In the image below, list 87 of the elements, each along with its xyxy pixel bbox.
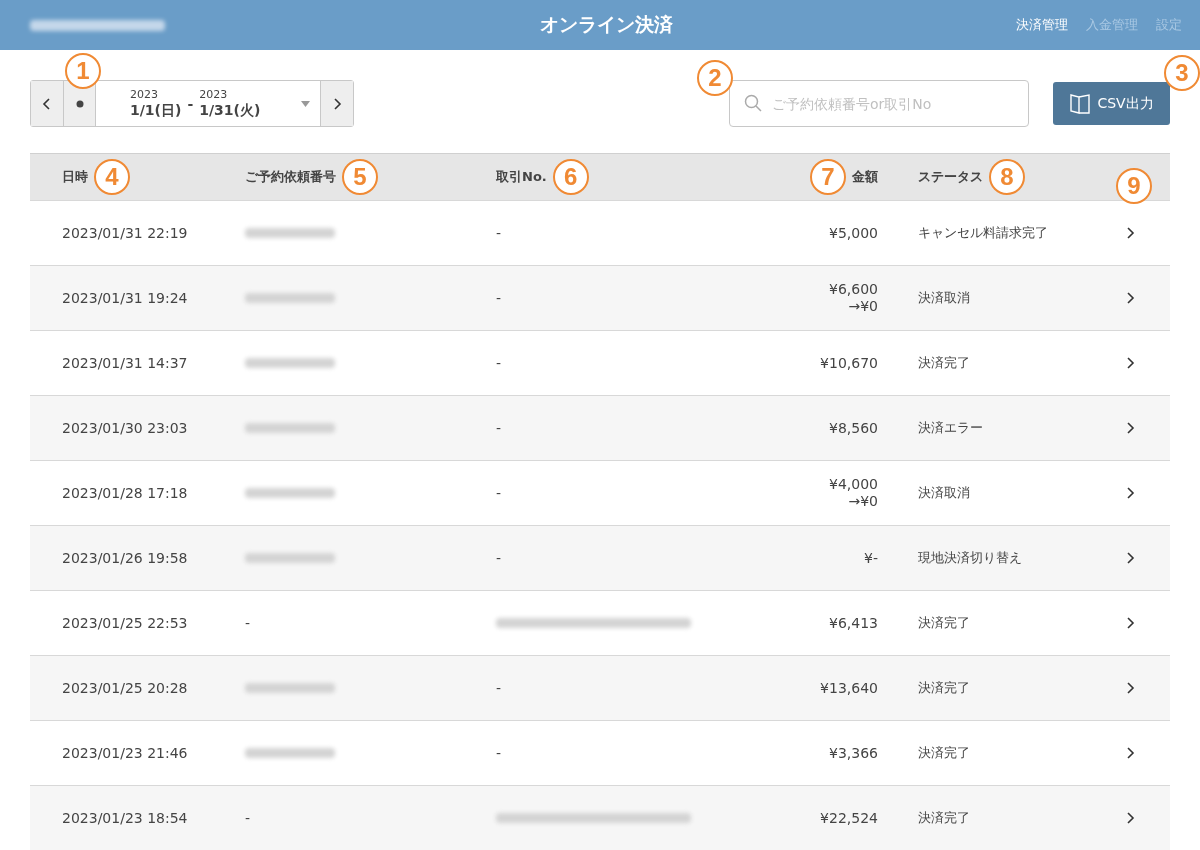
callout-number: 3 — [1164, 55, 1200, 91]
document-icon — [1069, 92, 1092, 115]
amount-text: ¥4,000 — [829, 476, 878, 493]
status-text: 決済完了 — [918, 354, 970, 372]
chevron-right-icon — [1125, 226, 1135, 240]
table-row[interactable]: 2023/01/31 19:24 - ¥6,600 →¥0 決済取消 — [30, 266, 1170, 331]
chevron-right-icon — [1125, 811, 1135, 825]
dot-icon — [75, 99, 84, 108]
table-cell: - — [496, 355, 502, 371]
status-text: 決済エラー — [918, 419, 983, 437]
callout-number: 2 — [697, 60, 733, 96]
callout-number: 5 — [342, 159, 378, 195]
table-cell: - — [496, 680, 502, 696]
callout-number: 6 — [552, 159, 589, 195]
status-text: 決済完了 — [918, 744, 970, 762]
amount-text: ¥10,670 — [820, 354, 878, 372]
status-text: 決済完了 — [918, 809, 970, 827]
column-header: ステータス — [918, 168, 983, 186]
amount-after-text: →¥0 — [848, 298, 878, 315]
column-header: 金額 — [852, 168, 878, 186]
table-cell: 2023/01/30 23:03 — [62, 420, 188, 436]
chevron-right-icon — [1125, 681, 1135, 695]
status-text: 決済取消 — [918, 289, 970, 307]
column-header: ご予約依頼番号 — [245, 168, 336, 186]
chevron-left-icon — [42, 96, 52, 111]
today-button[interactable] — [64, 81, 96, 126]
status-text: 現地決済切り替え — [918, 549, 1022, 567]
callout-number: 4 — [94, 159, 130, 195]
column-header: 取引No. — [496, 168, 547, 186]
range-separator: - — [187, 95, 194, 112]
status-text: 決済完了 — [918, 679, 970, 697]
amount-text: ¥6,600 — [829, 281, 878, 298]
table-row[interactable]: 2023/01/30 23:03 - ¥8,560 決済エラー — [30, 396, 1170, 461]
table-cell: - — [496, 225, 502, 241]
table-cell: - — [245, 810, 251, 826]
table-cell: 2023/01/31 19:24 — [62, 290, 188, 306]
chevron-right-icon — [1125, 291, 1135, 305]
table-row[interactable]: 2023/01/23 18:54 - ¥22,524 決済完了 — [30, 786, 1170, 850]
status-text: キャンセル料請求完了 — [918, 224, 1048, 242]
callout-number: 1 — [65, 53, 101, 89]
search-icon — [744, 94, 762, 112]
table-cell: 2023/01/26 19:58 — [62, 550, 188, 566]
table-cell: 2023/01/28 17:18 — [62, 485, 188, 501]
callout-number: 7 — [810, 159, 846, 195]
table-cell: - — [496, 290, 502, 306]
table-cell: - — [245, 615, 251, 631]
table-cell: 2023/01/23 18:54 — [62, 810, 188, 826]
status-text: 決済完了 — [918, 614, 970, 632]
table-cell: - — [496, 420, 502, 436]
date-label: 1/1(日) — [130, 101, 182, 119]
column-header: 日時 — [62, 168, 88, 186]
table-cell: 2023/01/31 14:37 — [62, 355, 188, 371]
table-cell: - — [496, 745, 502, 761]
table-cell: 2023/01/23 21:46 — [62, 745, 188, 761]
amount-text: ¥22,524 — [820, 809, 878, 827]
csv-export-button[interactable]: CSV出力 — [1053, 82, 1170, 125]
chevron-right-icon — [1125, 551, 1135, 565]
table-cell: 2023/01/25 22:53 — [62, 615, 188, 631]
amount-text: ¥13,640 — [820, 679, 878, 697]
amount-text: ¥6,413 — [829, 614, 878, 632]
table-cell: - — [496, 550, 502, 566]
amount-text: ¥5,000 — [829, 224, 878, 242]
table-row[interactable]: 2023/01/26 19:58 - ¥- 現地決済切り替え — [30, 526, 1170, 591]
table-cell: 2023/01/25 20:28 — [62, 680, 188, 696]
dropdown-caret-icon — [301, 100, 310, 107]
chevron-right-icon — [1125, 356, 1135, 370]
table-cell: 2023/01/31 22:19 — [62, 225, 188, 241]
amount-text: ¥3,366 — [829, 744, 878, 762]
search-field[interactable]: ご予約依頼番号or取引No — [729, 80, 1029, 127]
chevron-right-icon — [1125, 486, 1135, 500]
callout-number: 9 — [1116, 168, 1152, 204]
chevron-right-icon — [332, 96, 342, 111]
callout-number: 8 — [989, 159, 1025, 195]
year-label: 2023 — [130, 88, 159, 101]
amount-text: ¥- — [864, 549, 878, 567]
amount-after-text: →¥0 — [848, 493, 878, 510]
chevron-right-icon — [1125, 746, 1135, 760]
next-button[interactable] — [320, 81, 353, 126]
date-label: 1/31(火) — [199, 101, 261, 119]
amount-text: ¥8,560 — [829, 419, 878, 437]
status-text: 決済取消 — [918, 484, 970, 502]
table-cell: - — [496, 485, 502, 501]
chevron-right-icon — [1125, 421, 1135, 435]
year-label: 2023 — [199, 88, 229, 101]
page-title: オンライン決済 — [539, 12, 673, 37]
table-row[interactable]: 2023/01/25 20:28 - ¥13,640 決済完了 — [30, 656, 1170, 721]
chevron-right-icon — [1125, 616, 1135, 630]
